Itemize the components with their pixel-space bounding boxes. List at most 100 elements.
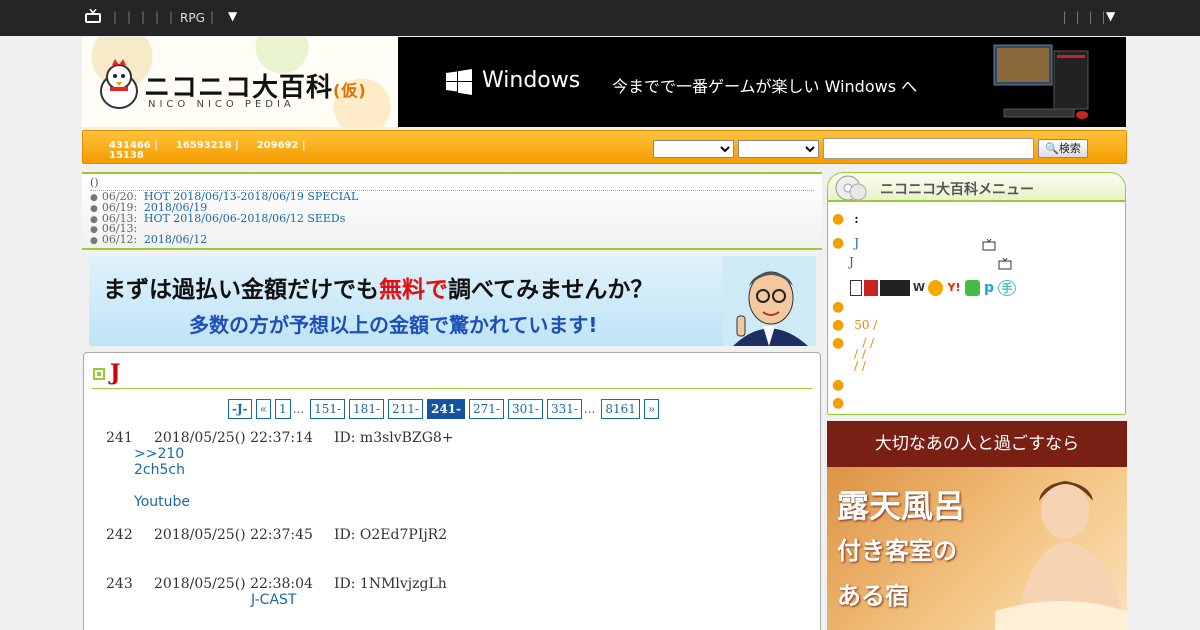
user-menu-dropdown-icon[interactable]: ▼ (1106, 9, 1115, 23)
post-date: 2018/05/25() 22:38:04 (154, 576, 313, 592)
service-gift-icon[interactable] (850, 279, 862, 296)
ad-subline: 多数の方が予想以上の金額で驚かれています! (189, 313, 598, 337)
ad-brand: Windows (482, 68, 581, 93)
stat-pictures: 209692 | (256, 140, 306, 151)
page-link[interactable]: 8161 (601, 399, 640, 419)
search-input[interactable] (823, 138, 1034, 159)
windows-banner-ad[interactable]: Windows 今までで一番ゲームが楽しい Windows へ (398, 37, 1126, 127)
post-id: ID: m3slvBZG8+ (334, 430, 454, 446)
search-mode-select[interactable] (738, 140, 819, 158)
nav-links: | | | | | (108, 10, 178, 24)
nav-right-links: | | | | (1058, 10, 1110, 24)
post-item: 241 2018/05/25() 22:37:14 ID: m3slvBZG8+ >… (106, 430, 454, 510)
news-link[interactable]: 2018/06/12 (144, 233, 207, 246)
service-wikipedia-icon[interactable]: W (912, 280, 926, 296)
stat-posts: 16593218 | (175, 140, 239, 151)
windows-logo-icon (446, 69, 472, 95)
ad-line-2: 付き客室の (837, 536, 957, 565)
page-link-first[interactable]: « (255, 399, 271, 419)
menu-item[interactable]: ● 50 / (832, 317, 877, 333)
tv-icon (982, 239, 996, 251)
post-header: 241 2018/05/25() 22:37:14 ID: m3slvBZG8+ (106, 430, 454, 446)
nav-more-dropdown-icon[interactable]: ▼ (228, 9, 237, 23)
nav-rpg-link[interactable]: RPG (180, 11, 205, 25)
service-google-icon[interactable] (965, 279, 980, 296)
site-header: ニコニコ大百科(仮) NICO NICO PEDIA Windows 今までで一… (82, 37, 1126, 127)
post-anchor-link[interactable]: >>210 (134, 446, 454, 462)
menu-item[interactable]: J (849, 255, 854, 269)
page-link[interactable]: 301- (507, 399, 543, 419)
niconico-tv-icon[interactable] (84, 9, 102, 24)
post-number[interactable]: 241 (106, 430, 154, 446)
nav-separator: | (126, 10, 132, 24)
service-icons: W Y! p 手 (850, 277, 1018, 296)
search-bar: 431466 | 16593218 | 209692 | 15138 🔍検索 (82, 130, 1127, 164)
page-link[interactable]: 331- (546, 399, 582, 419)
post-body: J-CAST (251, 592, 447, 608)
search-target-select[interactable] (653, 140, 734, 158)
menu-item[interactable]: ● (832, 395, 854, 411)
logo-subtitle: NICO NICO PEDIA (148, 99, 295, 110)
hotel-banner-ad[interactable]: 大切なあの人と過ごすなら 露天風呂 付き客室の ある宿 (827, 421, 1127, 630)
service-niconico-icon[interactable] (880, 279, 910, 296)
menu-item[interactable]: ●: (832, 211, 859, 227)
post-line: J-CAST (251, 592, 297, 608)
news-list: ● 06/20: HOT 2018/06/13-2018/06/19 SPECIAL… (90, 191, 358, 246)
ad-top-text: 大切なあの人と過ごすなら (827, 421, 1127, 467)
menu-title: ニコニコ大百科メニュー (880, 182, 1034, 198)
ad-message: 今までで一番ゲームが楽しい Windows へ (612, 77, 918, 96)
tv-icon (998, 258, 1012, 270)
mascot-chicken-icon (100, 59, 138, 109)
page-link[interactable]: 181- (349, 399, 385, 419)
page-link[interactable]: 211- (388, 399, 423, 419)
page-link[interactable]: 151- (310, 399, 346, 419)
service-pixiv-icon[interactable]: p (982, 280, 996, 296)
menu-item[interactable]: ● (832, 377, 854, 393)
refund-banner-ad[interactable]: まずは過払い金額だけでも無料で調べてみませんか？ 多数の方が予想以上の金額で驚か… (89, 256, 816, 346)
service-chiebukuro-icon[interactable] (928, 279, 943, 296)
site-logo[interactable]: ニコニコ大百科(仮) NICO NICO PEDIA (82, 37, 398, 127)
menu-subitem[interactable]: / / (854, 359, 866, 373)
nav-separator: | (210, 10, 215, 24)
post-date: 2018/05/25() 22:37:45 (154, 527, 313, 543)
page-link-next[interactable]: » (643, 399, 660, 419)
sidebar-menu: ニコニコ大百科メニュー ●: ● J J W Y! p 手 ● ● 50 / ● / / /… (827, 172, 1126, 415)
post-line: 2ch5ch (134, 462, 185, 478)
post-body: >>210 2ch5ch Youtube (134, 446, 454, 510)
page-ellipsis: ... (583, 402, 596, 416)
nav-separator: | (1062, 10, 1067, 24)
stat-other: 15138 (109, 150, 144, 161)
news-title: () (90, 176, 99, 189)
service-ichiba-icon[interactable] (864, 279, 878, 296)
menu-header: ニコニコ大百科メニュー (828, 173, 1125, 202)
menu-item[interactable]: ● J (832, 235, 859, 251)
page-link[interactable]: 271- (469, 399, 504, 419)
service-hatena-icon[interactable]: 手 (998, 279, 1016, 296)
site-stats: 431466 | 16593218 | 209692 | 15138 (109, 141, 324, 161)
article-title: J (110, 360, 121, 386)
service-yahoo-icon[interactable]: Y! (945, 280, 963, 296)
ad-line-3: ある宿 (837, 581, 909, 610)
menu-item[interactable]: ● (832, 299, 854, 315)
post-item: 243 2018/05/25() 22:38:04 ID: 1NMlvjzgLh J… (106, 576, 447, 608)
post-date: 2018/05/25() 22:37:14 (154, 430, 313, 446)
post-number[interactable]: 243 (106, 576, 154, 592)
gaming-pc-image (993, 44, 1089, 119)
page-link-article[interactable]: -J- (228, 399, 252, 419)
ad-headline: まずは過払い金額だけでも無料で調べてみませんか？ (103, 277, 654, 303)
top-nav-bar: | | | | | RPG | ▼ | | | | ▼ (0, 0, 1200, 36)
post-header: 242 2018/05/25() 22:37:45 ID: O2Ed7PIjR2 (106, 527, 447, 543)
page-link-current[interactable]: 241- (426, 399, 466, 419)
post-id: ID: 1NMlvjzgLh (334, 576, 447, 592)
title-marker-icon (93, 368, 105, 380)
pagination: -J- «1... 151- 181- 211- 241- 271- 301- 331-... 8… (228, 399, 663, 419)
search-button[interactable]: 🔍検索 (1038, 139, 1088, 158)
page-link[interactable]: 1 (274, 399, 291, 419)
lawyer-portrait-image (723, 256, 816, 346)
post-id: ID: O2Ed7PIjR2 (334, 527, 448, 543)
bathing-woman-image (995, 481, 1127, 630)
nav-separator: | (112, 10, 118, 24)
news-link[interactable]: HOT 2018/06/06-2018/06/12 SEEDs (144, 212, 346, 225)
post-number[interactable]: 242 (106, 527, 154, 543)
disc-icon (835, 175, 867, 201)
